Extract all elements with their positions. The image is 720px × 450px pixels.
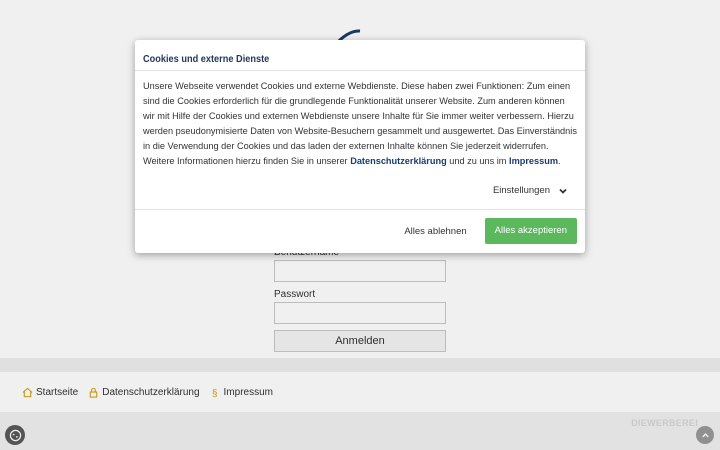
consent-text-period: .	[558, 156, 561, 166]
chevron-down-icon	[559, 188, 567, 194]
settings-label: Einstellungen	[492, 185, 550, 196]
dialog-footer: Alles ablehnen Alles akzeptieren	[135, 210, 585, 252]
cookie-consent-dialog: Cookies und externe Dienste Unsere Webse…	[135, 40, 585, 253]
decline-all-button[interactable]: Alles ablehnen	[398, 220, 472, 243]
consent-text-connector: und zu uns im	[449, 156, 507, 166]
dialog-header: Cookies und externe Dienste	[135, 40, 585, 71]
dialog-title: Cookies und externe Dienste	[143, 54, 270, 65]
privacy-policy-link[interactable]: Datenschutzerklärung	[350, 156, 447, 166]
settings-toggle[interactable]: Einstellungen	[493, 183, 568, 198]
dialog-body: Unsere Webseite verwendet Cookies und ex…	[135, 71, 585, 210]
imprint-link[interactable]: Impressum	[509, 156, 558, 166]
accept-all-button[interactable]: Alles akzeptieren	[484, 218, 577, 244]
consent-text: Unsere Webseite verwendet Cookies und ex…	[143, 81, 577, 166]
